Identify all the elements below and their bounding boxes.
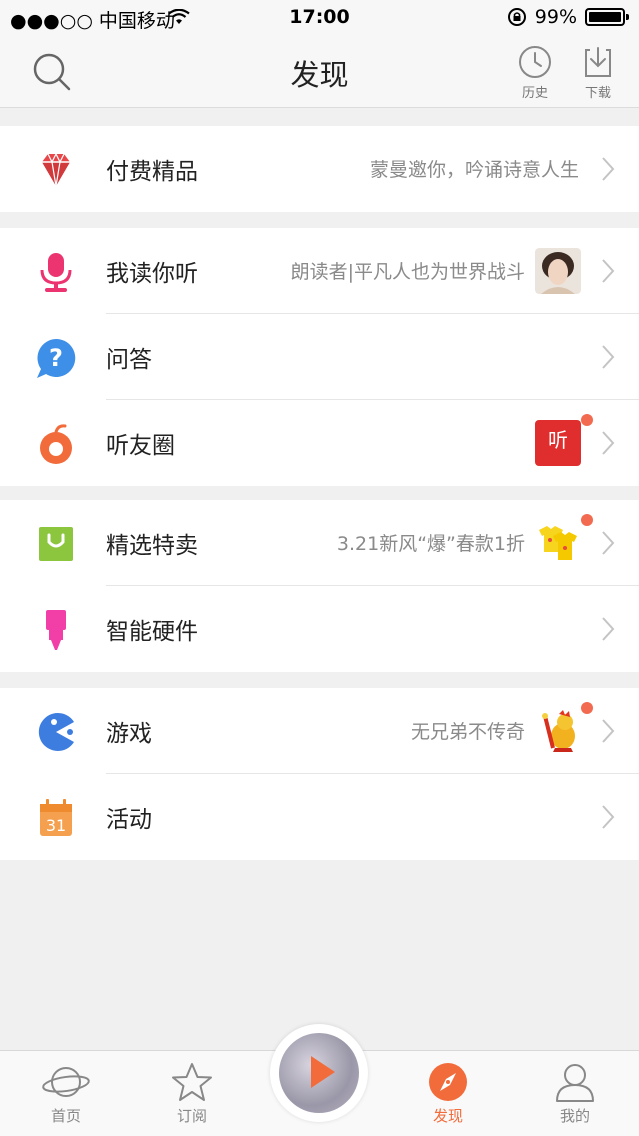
list-group-shopping: 精选特卖 3.21新风“爆”春款1折 智能硬件 (0, 500, 639, 672)
list-item-label: 活动 (106, 807, 152, 833)
user-icon (556, 1064, 594, 1102)
list-item-label: 精选特卖 (106, 533, 198, 559)
list-item-listener-circle[interactable]: 听友圈 听 (0, 400, 639, 486)
chevron-right-icon (602, 617, 615, 641)
question-bubble-icon: ? (37, 338, 76, 378)
list-item-selected-sale[interactable]: 精选特卖 3.21新风“爆”春款1折 (0, 500, 639, 586)
list-item-label: 游戏 (106, 721, 152, 747)
list-group-social: 我读你听 朗读者|平凡人也为世界战斗 ? 问答 听友圈 听 (0, 228, 639, 486)
list-item-i-read-you-listen[interactable]: 我读你听 朗读者|平凡人也为世界战斗 (0, 228, 639, 314)
chevron-right-icon (602, 805, 615, 829)
download-button[interactable]: 下载 (570, 44, 626, 101)
list-item-paid-premium[interactable]: 付费精品 蒙曼邀你，吟诵诗意人生 (0, 126, 639, 212)
star-icon (172, 1063, 212, 1101)
compass-icon (429, 1063, 467, 1101)
tab-label: 我的 (559, 1107, 590, 1125)
reader-avatar (535, 248, 581, 294)
history-label: 历史 (521, 86, 548, 101)
game-character-thumbnail (542, 710, 575, 752)
tab-home[interactable]: 首页 (26, 1061, 106, 1126)
chevron-right-icon (602, 345, 615, 369)
play-button[interactable] (270, 1024, 368, 1122)
chevron-right-icon (602, 259, 615, 283)
microphone-icon (40, 253, 72, 292)
tab-subscribe[interactable]: 订阅 (152, 1061, 232, 1126)
list-item-label: 智能硬件 (106, 619, 198, 645)
pacman-game-icon (38, 713, 74, 751)
tab-discover[interactable]: 发现 (408, 1061, 488, 1126)
calendar-icon: 31 (40, 799, 72, 836)
diamond-icon (42, 152, 70, 187)
list-item-subtitle: 3.21新风“爆”春款1折 (336, 533, 525, 555)
clock-history-icon (519, 46, 551, 78)
battery-percent: 99% (534, 6, 577, 28)
tab-mine[interactable]: 我的 (535, 1061, 615, 1126)
navigation-bar: 发现 历史 下载 (0, 36, 639, 108)
smart-device-icon (46, 610, 66, 650)
list-item-smart-hardware[interactable]: 智能硬件 (0, 586, 639, 672)
chevron-right-icon (602, 719, 615, 743)
list-item-subtitle: 蒙曼邀你，吟诵诗意人生 (369, 159, 579, 181)
list-item-subtitle: 朗读者|平凡人也为世界战斗 (290, 261, 525, 283)
download-icon (585, 47, 611, 77)
battery-icon (585, 8, 629, 26)
chevron-right-icon (602, 431, 615, 455)
list-group-premium: 付费精品 蒙曼邀你，吟诵诗意人生 (0, 126, 639, 212)
notification-dot (581, 414, 593, 426)
rotation-lock-icon (507, 8, 526, 26)
history-button[interactable]: 历史 (507, 44, 563, 101)
list-item-label: 问答 (106, 347, 152, 373)
list-item-subtitle: 无兄弟不传奇 (410, 721, 525, 743)
ting-app-thumbnail: 听 (535, 420, 581, 466)
tab-label: 发现 (432, 1107, 463, 1125)
list-item-games[interactable]: 游戏 无兄弟不传奇 (0, 688, 639, 774)
list-group-fun: 游戏 无兄弟不传奇 31 活动 (0, 688, 639, 860)
music-note-icon (40, 424, 72, 464)
list-item-label: 付费精品 (106, 159, 198, 185)
chevron-right-icon (602, 531, 615, 555)
tab-label: 首页 (50, 1107, 81, 1125)
shopping-bag-icon (39, 527, 73, 561)
play-icon (311, 1056, 335, 1088)
yellow-shirts-thumbnail (539, 526, 577, 560)
list-item-events[interactable]: 31 活动 (0, 774, 639, 860)
svg-text:?: ? (49, 344, 63, 372)
status-bar: ●●●○○ 中国移动 17:00 99% (0, 0, 639, 36)
notification-dot (581, 514, 593, 526)
planet-icon (42, 1067, 90, 1097)
list-item-label: 我读你听 (106, 261, 198, 287)
download-label: 下载 (584, 86, 611, 101)
list-item-qa[interactable]: ? 问答 (0, 314, 639, 400)
notification-dot (581, 702, 593, 714)
chevron-right-icon (602, 157, 615, 181)
list-item-label: 听友圈 (106, 433, 175, 459)
calendar-day: 31 (46, 816, 66, 835)
tab-label: 订阅 (176, 1107, 207, 1125)
